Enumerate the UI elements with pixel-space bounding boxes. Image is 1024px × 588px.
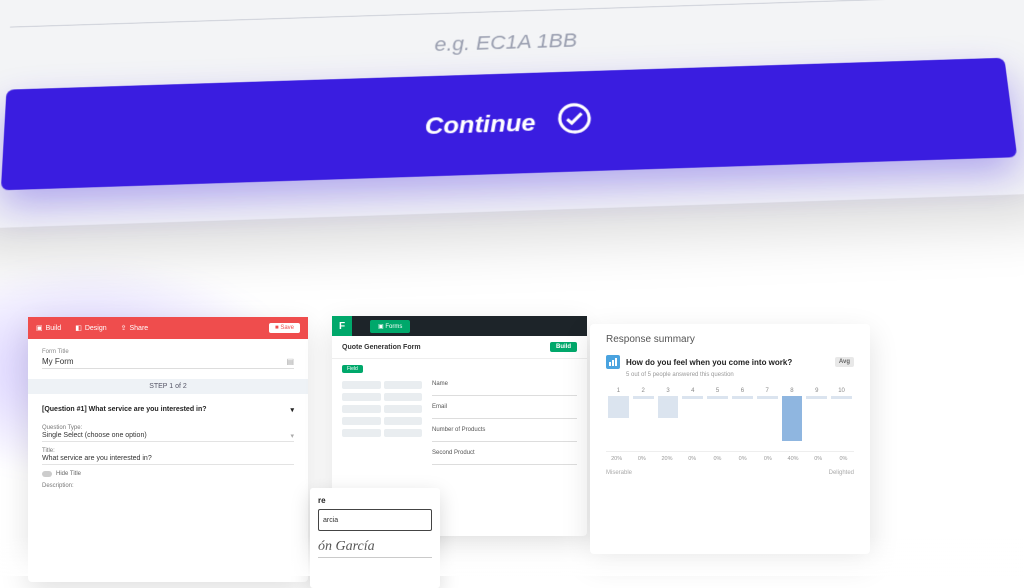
- scale-low-label: Miserable: [606, 470, 632, 476]
- tab-build[interactable]: ▣ Build: [36, 324, 61, 332]
- postcode-form-card: What is your post code? * e.g. EC1A 1BB …: [0, 0, 1024, 229]
- title-label: Title:: [42, 448, 294, 454]
- check-circle-icon: [556, 101, 593, 141]
- bar-col: 7: [757, 388, 778, 451]
- edit-icon[interactable]: ▤: [286, 357, 294, 366]
- response-count: 5 out of 5 people answered this question: [626, 372, 854, 378]
- palette-item[interactable]: [342, 393, 381, 401]
- second-product-input[interactable]: [432, 457, 577, 465]
- response-summary-card: Response summary How do you feel when yo…: [590, 324, 870, 554]
- field-label: Number of Products: [432, 427, 577, 433]
- form-title-label: Form Title: [42, 349, 294, 355]
- summary-title: Response summary: [606, 334, 854, 345]
- bar-col: 4: [682, 388, 703, 451]
- palette-item[interactable]: [384, 429, 423, 437]
- tab-share[interactable]: ⇪ Share: [121, 324, 149, 332]
- chevron-down-icon: ▾: [290, 406, 294, 414]
- builder-topbar: ▣ Build ◧ Design ⇪ Share ■ Save: [28, 317, 308, 339]
- chart-question: How do you feel when you come into work?: [626, 358, 792, 367]
- name-input[interactable]: [432, 388, 577, 396]
- save-button[interactable]: ■ Save: [269, 323, 300, 333]
- form-title-input[interactable]: My Form▤: [42, 357, 294, 369]
- app-topbar: F ▣ Forms: [332, 316, 587, 336]
- signature-name-input[interactable]: arcia: [318, 509, 432, 531]
- app-logo[interactable]: F: [332, 316, 352, 336]
- forms-nav-button[interactable]: ▣ Forms: [370, 320, 410, 333]
- bar-col: 9: [806, 388, 827, 451]
- qtype-label: Question Type:: [42, 425, 294, 431]
- hide-title-toggle[interactable]: Hide Title: [42, 471, 294, 477]
- bar-col: 6: [732, 388, 753, 451]
- field-label: Second Product: [432, 450, 577, 456]
- field-label: Email: [432, 404, 577, 410]
- field-badge: Field: [342, 365, 363, 373]
- tab-design[interactable]: ◧ Design: [75, 324, 106, 332]
- bar-col: 3: [658, 388, 679, 451]
- palette-item[interactable]: [342, 429, 381, 437]
- continue-label: Continue: [424, 108, 536, 140]
- form-name: Quote Generation Form: [342, 344, 421, 351]
- qtype-select[interactable]: Single Select (choose one option) ▾: [42, 432, 294, 442]
- build-button[interactable]: Build: [550, 342, 577, 352]
- bar-pct-row: 20%0%20%0%0%0%0%40%0%0%: [606, 456, 854, 462]
- bar-col: 10: [831, 388, 852, 451]
- signature-label: re: [318, 496, 432, 505]
- bar-col: 8: [782, 388, 803, 451]
- question-editor-header[interactable]: [Question #1] What service are you inter…: [42, 402, 294, 419]
- scale-high-label: Delighted: [829, 470, 854, 476]
- product-count-input[interactable]: [432, 434, 577, 442]
- signature-card: re arcia ón García: [310, 488, 440, 588]
- field-palette: [342, 381, 422, 465]
- bar-col: 1: [608, 388, 629, 451]
- palette-item[interactable]: [342, 405, 381, 413]
- field-label: Name: [432, 381, 577, 387]
- chart-icon: [606, 355, 620, 369]
- description-label: Description:: [42, 483, 294, 489]
- palette-item[interactable]: [342, 381, 381, 389]
- bar-col: 2: [633, 388, 654, 451]
- palette-item[interactable]: [384, 381, 423, 389]
- signature-canvas[interactable]: ón García: [318, 539, 432, 558]
- bar-col: 5: [707, 388, 728, 451]
- palette-item[interactable]: [384, 393, 423, 401]
- toggle-icon: [42, 471, 52, 477]
- step-indicator: STEP 1 of 2: [28, 379, 308, 394]
- palette-item[interactable]: [342, 417, 381, 425]
- palette-item[interactable]: [384, 417, 423, 425]
- bar-chart: 12345678910: [606, 388, 854, 452]
- avg-badge: Avg: [835, 357, 854, 367]
- email-input[interactable]: [432, 411, 577, 419]
- palette-item[interactable]: [384, 405, 423, 413]
- title-input[interactable]: What service are you interested in?: [42, 455, 294, 465]
- form-builder-card: ▣ Build ◧ Design ⇪ Share ■ Save Form Tit…: [28, 317, 308, 582]
